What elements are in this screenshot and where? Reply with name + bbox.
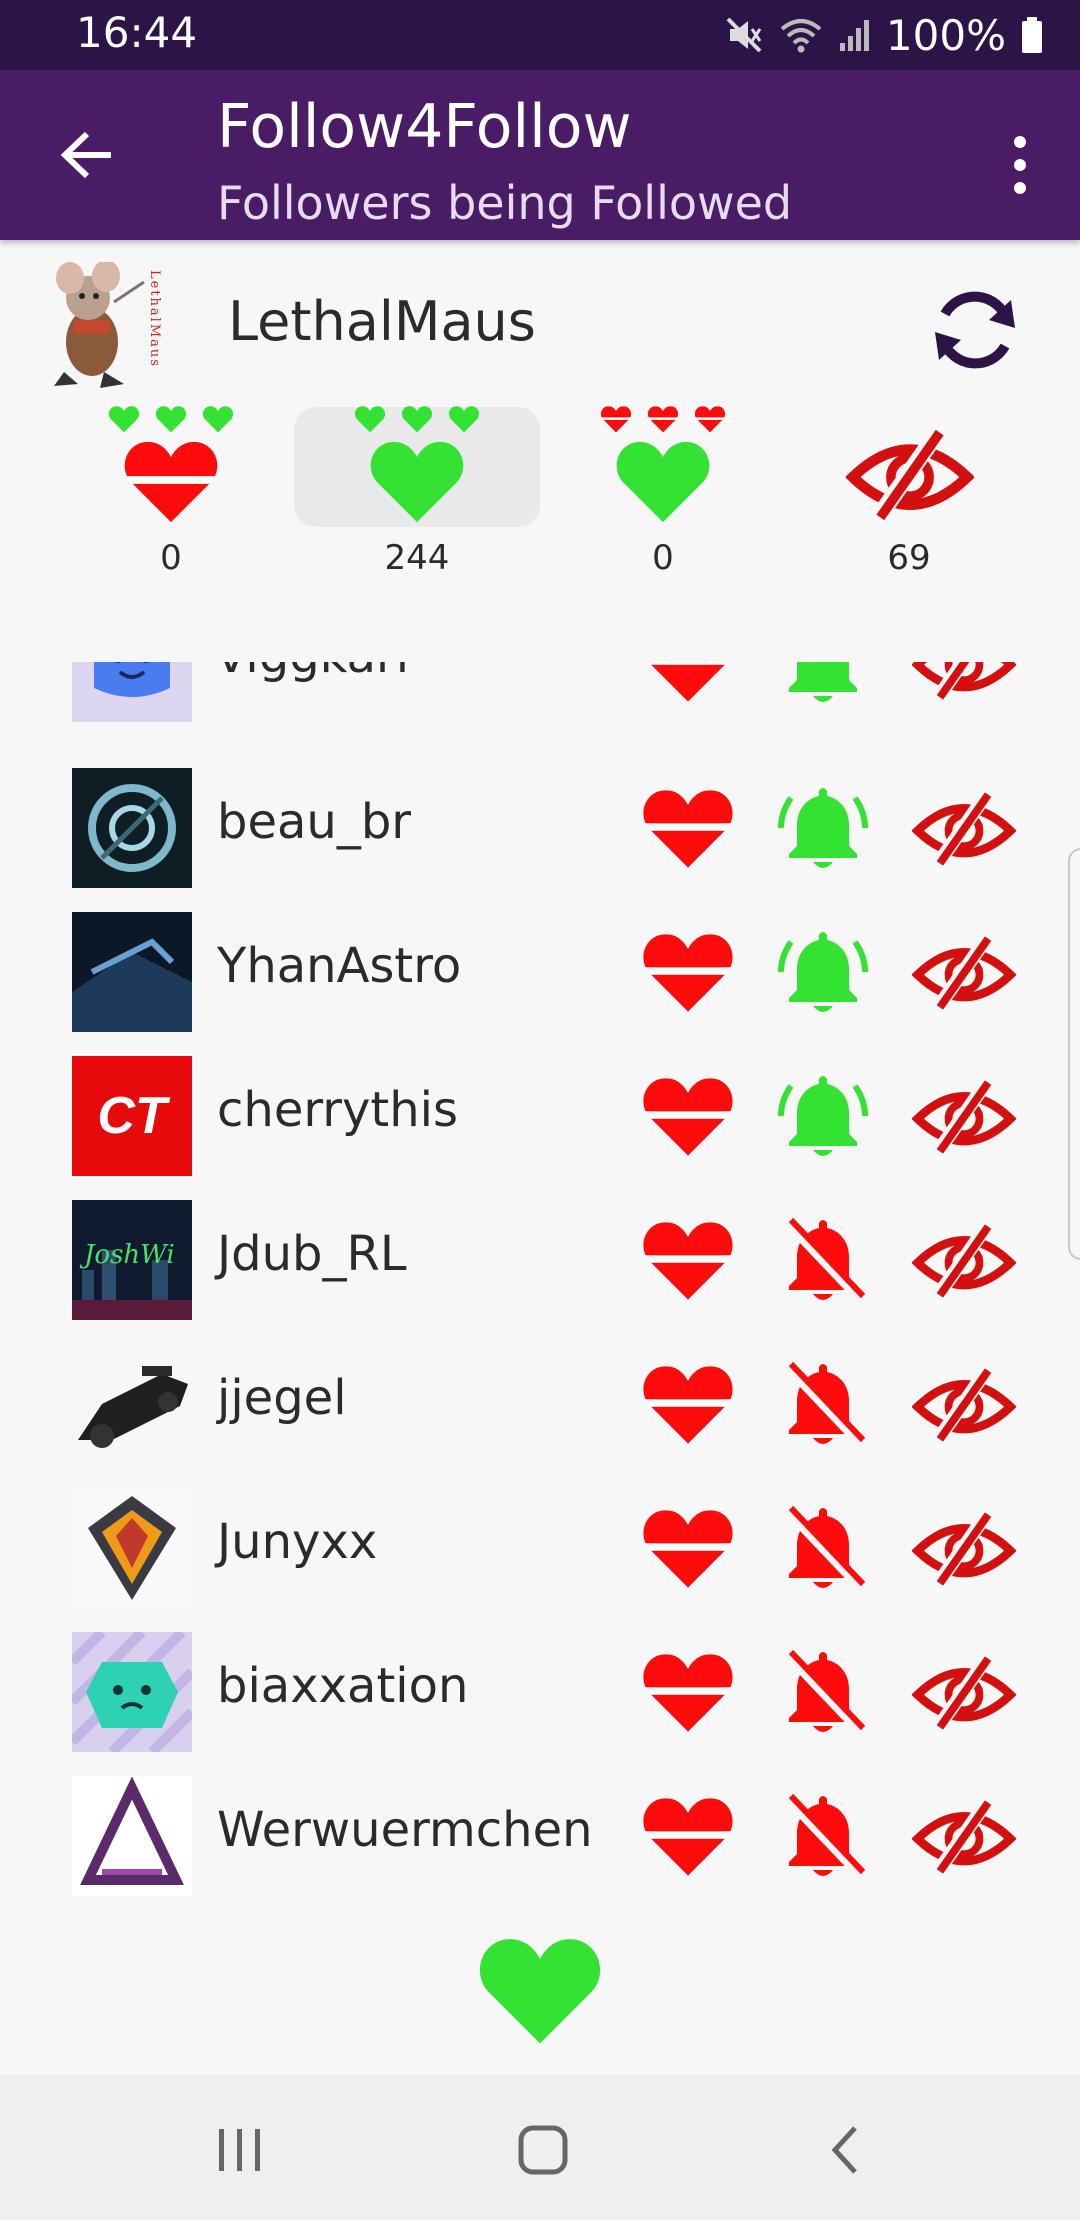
- notifications-off-button[interactable]: [771, 1640, 875, 1744]
- stat-count: 244: [384, 538, 450, 578]
- home-button[interactable]: [503, 2115, 583, 2185]
- back-nav-button[interactable]: [805, 2115, 885, 2185]
- green-heart-icon: [479, 1939, 601, 2044]
- user-name: Werwuermchen: [217, 1802, 593, 1858]
- follow-heart-button[interactable]: [636, 1064, 740, 1168]
- app-bar: Follow4Follow Followers being Followed: [0, 70, 1080, 240]
- stat-count: 0: [160, 538, 182, 578]
- list-item[interactable]: Junyxx: [0, 1488, 1080, 1632]
- wifi-icon: [780, 19, 822, 53]
- eye-off-icon: [786, 400, 1032, 530]
- follow-heart-button[interactable]: [636, 662, 740, 714]
- profile-header: LethalMaus LethalMaus 0 244 0 69: [0, 240, 1080, 650]
- user-name: YhanAstro: [217, 938, 462, 994]
- exclude-eye-button[interactable]: [912, 920, 1016, 1024]
- arrow-back-icon: [60, 131, 111, 179]
- exclude-eye-button[interactable]: [912, 776, 1016, 880]
- follow-heart-button[interactable]: [636, 1784, 740, 1888]
- refresh-icon: [935, 291, 1015, 369]
- profile-name: LethalMaus: [228, 290, 536, 353]
- refresh-button[interactable]: [925, 280, 1025, 380]
- back-button[interactable]: [52, 120, 122, 190]
- user-avatar: [72, 912, 192, 1032]
- avatar-text: LethalMaus: [147, 270, 162, 368]
- signal-icon: [839, 20, 869, 51]
- user-avatar: [72, 768, 192, 888]
- avatar-text: CT: [97, 1087, 167, 1145]
- exclude-eye-button[interactable]: [912, 1496, 1016, 1600]
- exclude-eye-button[interactable]: [912, 662, 1016, 714]
- follow-all-heart-button[interactable]: [474, 1930, 606, 2052]
- notifications-off-button[interactable]: [771, 1208, 875, 1312]
- green-heart-with-green-hearts-icon: [294, 400, 540, 530]
- user-avatar: [72, 1488, 192, 1608]
- notifications-on-button[interactable]: [771, 776, 875, 880]
- follow-heart-button[interactable]: [636, 1208, 740, 1312]
- notifications-off-button[interactable]: [771, 1496, 875, 1600]
- user-name: Junyxx: [217, 1514, 378, 1570]
- recent-apps-icon: [219, 2129, 260, 2171]
- user-name: cherrythis: [217, 1082, 458, 1138]
- system-nav-bar: [0, 2075, 1080, 2220]
- notifications-on-button[interactable]: [771, 1064, 875, 1168]
- exclude-eye-button[interactable]: [912, 1064, 1016, 1168]
- exclude-eye-button[interactable]: [912, 1352, 1016, 1456]
- status-time: 16:44: [76, 8, 198, 57]
- stat-mutual[interactable]: 244: [294, 400, 540, 578]
- user-avatar: JoshWi: [72, 1200, 192, 1320]
- follow-heart-button[interactable]: [636, 776, 740, 880]
- stat-count: 69: [887, 538, 931, 578]
- user-name: viggkari: [217, 662, 409, 684]
- follow-heart-button[interactable]: [636, 1352, 740, 1456]
- battery-icon: [1022, 17, 1042, 53]
- notifications-off-button[interactable]: [771, 1352, 875, 1456]
- list-item[interactable]: CT cherrythis: [0, 1056, 1080, 1200]
- follow-heart-button[interactable]: [636, 1496, 740, 1600]
- exclude-eye-button[interactable]: [912, 1640, 1016, 1744]
- follower-list[interactable]: viggkari beau_br YhanAstro CT cherrythis: [0, 662, 1080, 1902]
- user-avatar: [72, 662, 192, 722]
- status-icons: 100%: [724, 6, 1044, 64]
- notifications-off-button[interactable]: [771, 1784, 875, 1888]
- avatar-text: JoshWi: [84, 1240, 175, 1270]
- user-avatar: CT: [72, 1056, 192, 1176]
- list-item[interactable]: beau_br: [0, 768, 1080, 912]
- list-item[interactable]: jjegel: [0, 1344, 1080, 1488]
- stat-not-following-back[interactable]: 0: [48, 400, 294, 578]
- user-name: beau_br: [217, 794, 412, 850]
- user-name: biaxxation: [217, 1658, 469, 1714]
- stat-excluded[interactable]: 69: [786, 400, 1032, 578]
- exclude-eye-button[interactable]: [912, 1208, 1016, 1312]
- user-name: Jdub_RL: [217, 1226, 407, 1282]
- stat-count: 0: [652, 538, 674, 578]
- recent-apps-button[interactable]: [200, 2115, 280, 2185]
- follow-heart-button[interactable]: [636, 1640, 740, 1744]
- notifications-on-button[interactable]: [771, 920, 875, 1024]
- user-avatar: [72, 1344, 192, 1464]
- list-item[interactable]: Werwuermchen: [0, 1776, 1080, 1902]
- overflow-menu-button[interactable]: [990, 130, 1050, 200]
- mute-icon: [726, 17, 762, 53]
- green-heart-with-striped-hearts-icon: [540, 400, 786, 530]
- list-item[interactable]: viggkari: [0, 662, 1080, 746]
- battery-percent: 100%: [885, 10, 1006, 60]
- notifications-on-button[interactable]: [771, 662, 875, 714]
- striped-heart-with-green-hearts-icon: [48, 400, 294, 530]
- exclude-eye-button[interactable]: [912, 1784, 1016, 1888]
- home-icon: [518, 2125, 568, 2175]
- stat-following-only[interactable]: 0: [540, 400, 786, 578]
- app-subtitle: Followers being Followed: [217, 176, 793, 230]
- follow-heart-button[interactable]: [636, 920, 740, 1024]
- user-name: jjegel: [217, 1370, 347, 1426]
- user-avatar: [72, 1776, 192, 1896]
- list-item[interactable]: YhanAstro: [0, 912, 1080, 1056]
- app-title: Follow4Follow: [217, 92, 632, 162]
- status-bar: 16:44 100%: [0, 0, 1080, 70]
- list-item[interactable]: biaxxation: [0, 1632, 1080, 1776]
- back-nav-icon: [831, 2126, 857, 2174]
- list-item[interactable]: JoshWi Jdub_RL: [0, 1200, 1080, 1344]
- user-avatar: [72, 1632, 192, 1752]
- scrollbar-thumb[interactable]: [1068, 848, 1080, 1260]
- profile-avatar: LethalMaus: [44, 260, 166, 392]
